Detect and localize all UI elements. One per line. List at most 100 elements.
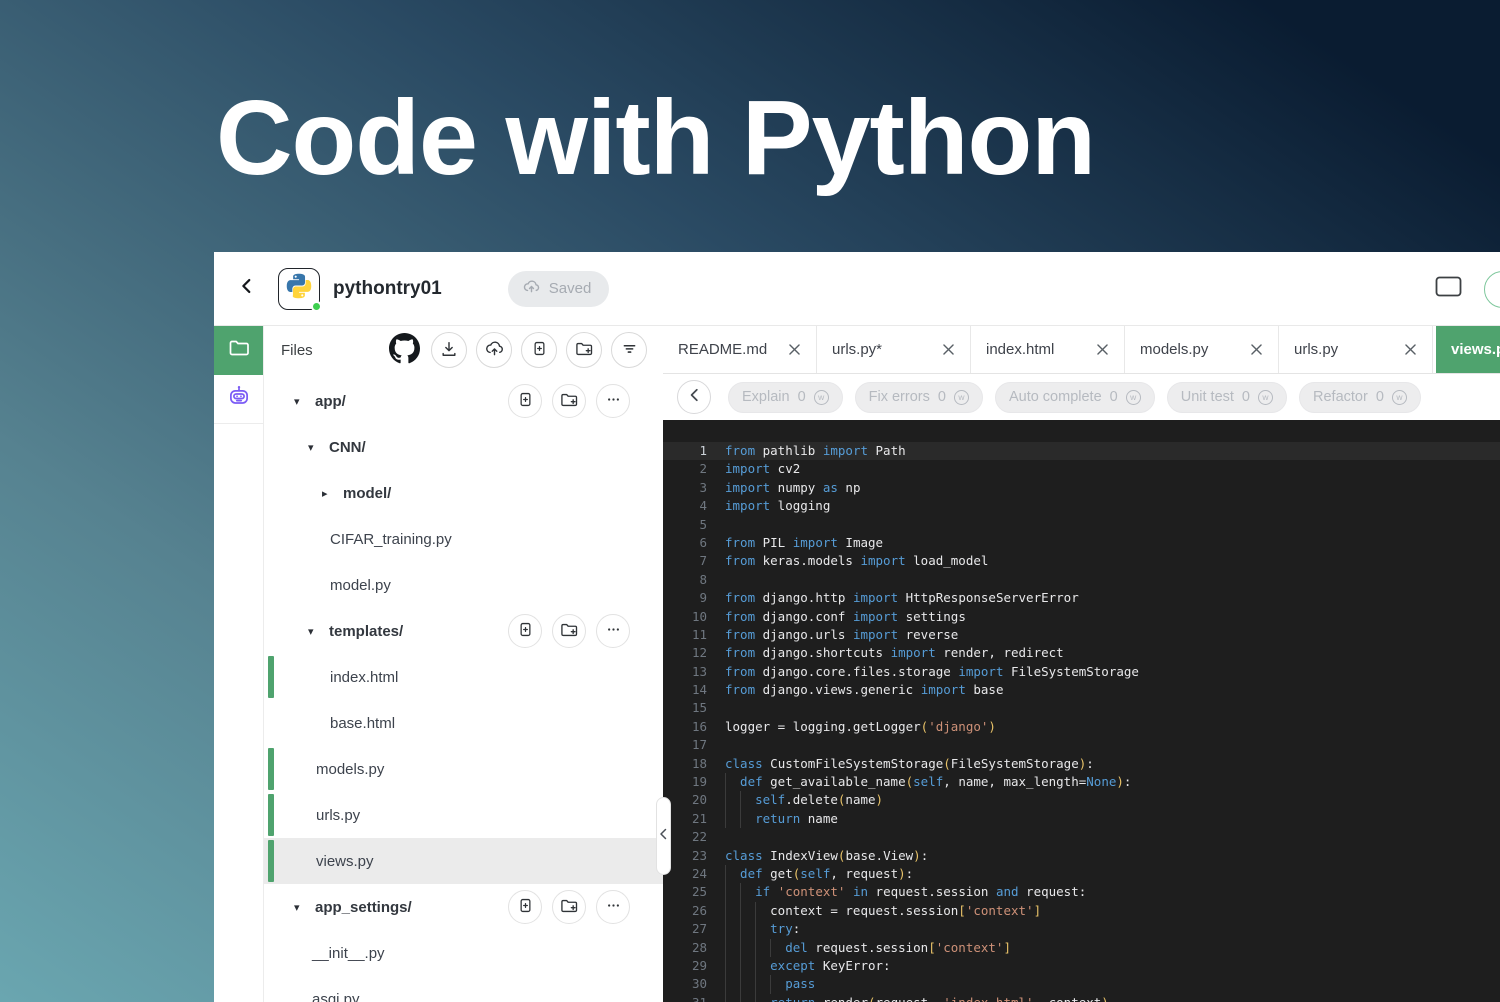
- tab-urls-py[interactable]: urls.py*: [817, 326, 971, 373]
- tree-row-views-py[interactable]: views.py: [264, 838, 663, 884]
- tab-urls-py[interactable]: urls.py: [1279, 326, 1433, 373]
- close-icon[interactable]: [1250, 343, 1263, 356]
- tree-row-base-html[interactable]: base.html: [264, 700, 663, 746]
- more-button[interactable]: [596, 890, 630, 924]
- line-content: def get(self, request):: [725, 865, 913, 883]
- line-number: 9: [663, 589, 707, 607]
- back-button[interactable]: [232, 274, 262, 304]
- indent-guide: [740, 994, 755, 1002]
- refactor-button[interactable]: Refactor0w: [1299, 382, 1421, 413]
- line-number: 26: [663, 902, 707, 920]
- tree-item-label: urls.py: [316, 807, 360, 824]
- indent-guide: [725, 920, 740, 938]
- credit-count: 0: [1242, 389, 1250, 405]
- download-icon: [439, 339, 459, 362]
- tree-row-model[interactable]: ▸model/: [264, 470, 663, 516]
- tree-row-models-py[interactable]: models.py: [264, 746, 663, 792]
- line-number: 14: [663, 681, 707, 699]
- credit-count: 0: [1110, 389, 1118, 405]
- chevron-right-icon[interactable]: ▸: [322, 487, 343, 500]
- tree-row-templates[interactable]: ▾templates/: [264, 608, 663, 654]
- panel-collapse-handle[interactable]: [656, 797, 671, 875]
- indent-guide: [755, 939, 770, 957]
- tree-row-app[interactable]: ▾app/: [264, 378, 663, 424]
- code-line-29: 29except KeyError:: [663, 957, 1500, 975]
- saved-button[interactable]: Saved: [508, 271, 610, 307]
- credit-icon: w: [954, 390, 969, 405]
- layout-toggle-button[interactable]: [1432, 276, 1464, 302]
- more-button[interactable]: [596, 384, 630, 418]
- tree-row-model-py[interactable]: model.py: [264, 562, 663, 608]
- fix-errors-button[interactable]: Fix errors0w: [855, 382, 983, 413]
- tree-row-index-html[interactable]: index.html: [264, 654, 663, 700]
- code-line-25: 25if 'context' in request.session and re…: [663, 883, 1500, 901]
- tree-item-label: models.py: [316, 761, 384, 778]
- filter-button[interactable]: [611, 332, 647, 368]
- tab-models-py[interactable]: models.py: [1125, 326, 1279, 373]
- python-logo-icon: [285, 272, 313, 305]
- folder-icon: [227, 336, 251, 365]
- chevron-down-icon[interactable]: ▾: [308, 441, 329, 454]
- new-folder-button[interactable]: [552, 384, 586, 418]
- close-icon[interactable]: [942, 343, 955, 356]
- tree-row-app-settings[interactable]: ▾app_settings/: [264, 884, 663, 930]
- rail-item-robot[interactable]: [214, 375, 263, 424]
- indent-guide: [725, 902, 740, 920]
- new-file-button[interactable]: [521, 332, 557, 368]
- close-icon[interactable]: [788, 343, 801, 356]
- file-tree: ▾app/▾CNN/▸model/CIFAR_training.pymodel.…: [264, 374, 663, 1002]
- line-content: import cv2: [725, 460, 800, 478]
- explain-button[interactable]: Explain0w: [728, 382, 843, 413]
- code-editor[interactable]: 1from pathlib import Path2import cv23imp…: [663, 420, 1500, 1002]
- tree-row-cnn[interactable]: ▾CNN/: [264, 424, 663, 470]
- new-file-button[interactable]: [508, 614, 542, 648]
- tree-item-label: app_settings/: [315, 899, 412, 916]
- tab-views-py[interactable]: views.py: [1436, 326, 1500, 373]
- line-content: from keras.models import load_model: [725, 552, 988, 570]
- line-content: del request.session['context']: [725, 939, 1011, 957]
- close-icon[interactable]: [1096, 343, 1109, 356]
- open-file-indicator: [268, 794, 274, 836]
- folder-row-actions: [508, 614, 630, 648]
- close-icon[interactable]: [1404, 343, 1417, 356]
- line-content: class CustomFileSystemStorage(FileSystem…: [725, 755, 1094, 773]
- new-folder-button[interactable]: [552, 890, 586, 924]
- code-line-16: 16logger = logging.getLogger('django'): [663, 718, 1500, 736]
- action-label: Auto complete: [1009, 389, 1102, 405]
- line-number: 17: [663, 736, 707, 754]
- download-button[interactable]: [431, 332, 467, 368]
- tree-row-cifar-training-py[interactable]: CIFAR_training.py: [264, 516, 663, 562]
- tab-readme-md[interactable]: README.md: [663, 326, 817, 373]
- tree-row-asgi-py[interactable]: asgi.py: [264, 976, 663, 1002]
- rail-item-folder[interactable]: [214, 326, 263, 375]
- indent-guide: [770, 939, 785, 957]
- toolbar-back-button[interactable]: [677, 380, 711, 414]
- line-content: from PIL import Image: [725, 534, 883, 552]
- chevron-down-icon[interactable]: ▾: [294, 901, 315, 914]
- chevron-down-icon[interactable]: ▾: [294, 395, 315, 408]
- new-folder-button[interactable]: [566, 332, 602, 368]
- tree-row-init-py[interactable]: __init__.py: [264, 930, 663, 976]
- code-line-18: 18class CustomFileSystemStorage(FileSyst…: [663, 755, 1500, 773]
- tree-row-urls-py[interactable]: urls.py: [264, 792, 663, 838]
- chevron-down-icon[interactable]: ▾: [308, 625, 329, 638]
- new-file-icon: [516, 620, 535, 642]
- more-button[interactable]: [596, 614, 630, 648]
- left-rail: [214, 326, 264, 1002]
- indent-guide: [725, 957, 740, 975]
- tab-index-html[interactable]: index.html: [971, 326, 1125, 373]
- unit-test-button[interactable]: Unit test0w: [1167, 382, 1287, 413]
- files-toolbar: [386, 332, 647, 368]
- run-button-partial[interactable]: [1484, 271, 1500, 308]
- code-line-22: 22: [663, 828, 1500, 846]
- upload-cloud-button[interactable]: [476, 332, 512, 368]
- github-button[interactable]: [386, 332, 422, 368]
- line-content: try:: [725, 920, 800, 938]
- ai-action-buttons: Explain0w Fix errors0w Auto complete 0 w Unit…: [728, 382, 1421, 413]
- new-file-button[interactable]: [508, 384, 542, 418]
- auto-complete-button[interactable]: Auto complete0w: [995, 382, 1155, 413]
- new-folder-button[interactable]: [552, 614, 586, 648]
- page-title: Code with Python: [216, 78, 1095, 199]
- new-file-button[interactable]: [508, 890, 542, 924]
- indent-guide: [725, 865, 740, 883]
